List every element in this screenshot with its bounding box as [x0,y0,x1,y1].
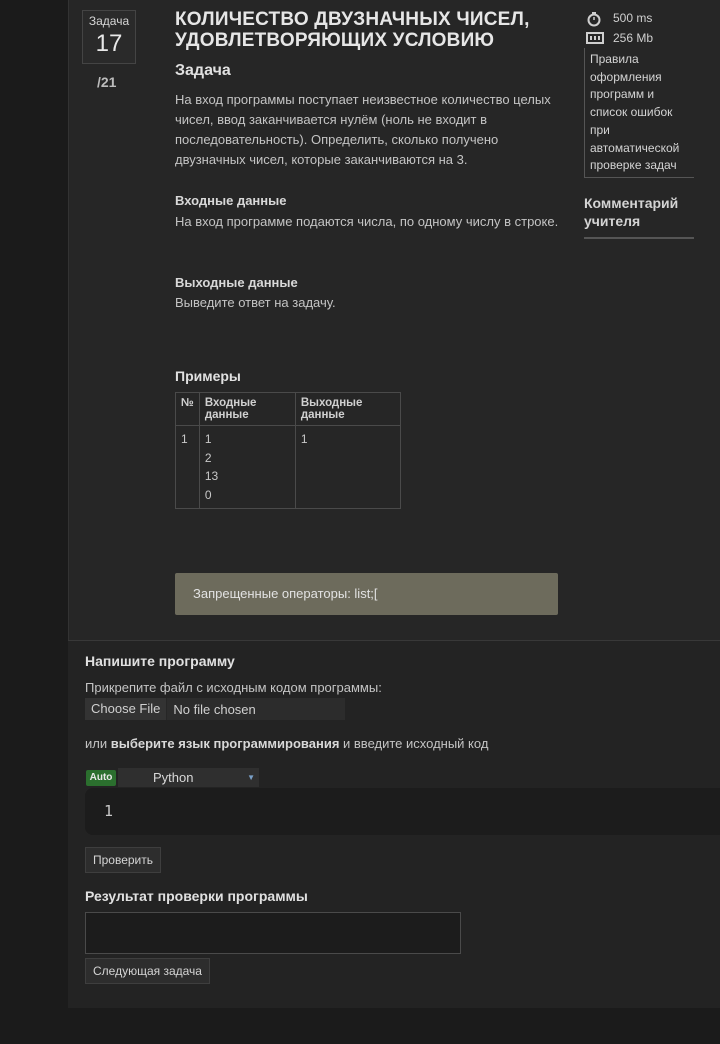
task-number: 17 [95,30,123,57]
example-input-line: 1 [204,432,212,446]
memory-limit: 256 Mb [584,28,694,48]
example-number: 1 [175,425,200,509]
next-task-button[interactable]: Следующая задача [85,958,210,984]
example-input-line: 13 [204,469,219,483]
example-input-line: 2 [204,450,212,465]
examples-table: № Входные данные Выходные данные 1 1 2 1… [175,392,401,509]
stopwatch-icon [586,11,604,27]
write-program-heading: Напишите программу [85,653,235,669]
page-title: КОЛИЧЕСТВО ДВУЗНАЧНЫХ ЧИСЕЛ, УДОВЛЕТВОРЯ… [175,9,530,51]
file-input[interactable]: Choose File No file chosen [85,698,345,720]
enter-code-text: и введите исходный код [343,736,489,751]
choose-language-bold: выберите язык программирования [110,736,340,751]
or-text: или [85,736,108,751]
output-text: Выведите ответ на задачу. [175,295,336,310]
task-label: Задача [88,14,130,28]
language-selected: Python [153,770,194,785]
file-status: No file chosen [173,701,256,717]
task-total: /21 [97,74,117,90]
forbidden-operators-notice: Запрещенные операторы: list;[ [175,573,558,615]
example-input-line: 0 [204,487,212,502]
example-output: 1 [294,425,401,509]
statement-text: На вход программы поступает неизвестное … [175,92,551,167]
col-header-number: № [175,392,200,426]
result-heading: Результат проверки программы [85,888,308,904]
check-button[interactable]: Проверить [85,847,162,873]
auto-detect-badge[interactable]: Auto [86,770,116,786]
language-select[interactable]: Python ▼ [118,768,259,787]
table-row: 1 1 2 13 0 1 [175,425,401,509]
input-heading: Входные данные [175,193,287,208]
col-header-input: Входные данные [198,392,296,426]
output-heading: Выходные данные [175,275,298,290]
task-sidebar: 500 ms 256 Mb Правила оформления програм… [584,8,694,239]
table-header-row: № Входные данные Выходные данные [175,392,401,426]
rules-link[interactable]: Правила оформления программ и список оши… [584,48,694,178]
attach-file-label: Прикрепите файл с исходным кодом програм… [85,680,382,695]
choose-language-text: или выберите язык программирования и вве… [85,736,488,751]
time-limit: 500 ms [584,8,694,28]
memory-limit-value: 256 Mb [613,31,654,45]
input-text: На вход программе подаются числа, по одн… [175,214,559,229]
col-header-output: Выходные данные [294,392,401,426]
task-number-box: Задача 17 [82,10,136,64]
examples-heading: Примеры [175,368,241,384]
line-number: 1 [104,802,114,820]
chevron-down-icon: ▼ [247,773,255,782]
result-output [85,912,461,954]
memory-chip-icon [586,31,604,45]
example-input: 1 2 13 0 [198,425,296,509]
teacher-comment-heading: Комментарий учителя [584,194,694,239]
choose-file-button[interactable]: Choose File [85,698,168,720]
code-editor[interactable]: 1 [85,788,720,835]
time-limit-value: 500 ms [613,11,653,25]
statement-heading: Задача [175,62,231,79]
